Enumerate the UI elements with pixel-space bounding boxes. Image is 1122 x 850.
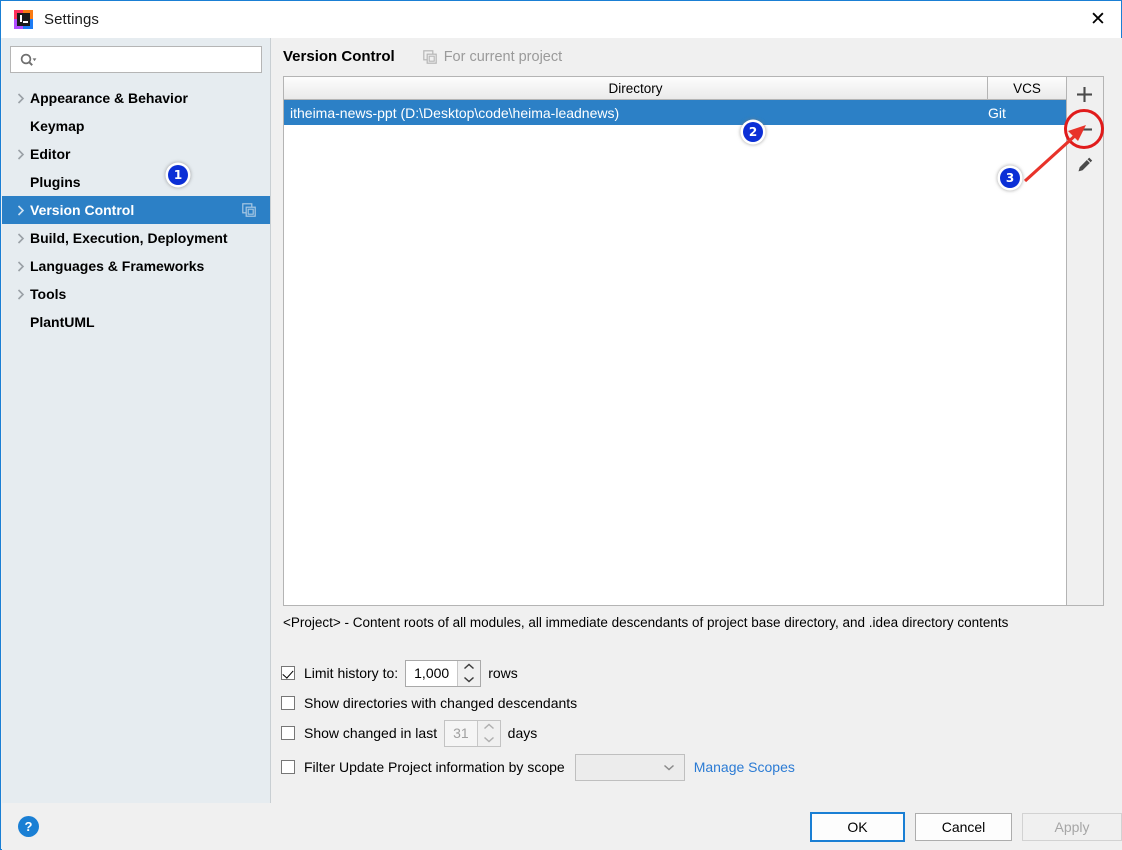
settings-sidebar: Appearance & Behavior Keymap Editor Plug…: [2, 38, 270, 803]
sidebar-item-label: PlantUML: [30, 314, 95, 330]
search-icon: [20, 53, 37, 66]
column-header-vcs[interactable]: VCS: [988, 77, 1066, 99]
show-changed-stepper-buttons[interactable]: [476, 720, 500, 746]
version-control-panel: Version Control For current project Dire…: [271, 38, 1122, 803]
intellij-idea-logo-icon: [14, 10, 33, 29]
chevron-right-icon[interactable]: [12, 260, 30, 272]
dialog-footer: ? OK Cancel Apply: [2, 803, 1122, 850]
sidebar-item-version-control[interactable]: Version Control: [2, 196, 270, 224]
search-field[interactable]: [37, 51, 261, 68]
column-header-directory[interactable]: Directory: [284, 77, 988, 99]
vcs-mappings-table: Directory VCS itheima-news-ppt (D:\Deskt…: [283, 76, 1067, 606]
sidebar-item-label: Languages & Frameworks: [30, 258, 205, 274]
search-input[interactable]: [10, 46, 262, 73]
help-button[interactable]: ?: [18, 816, 39, 837]
show-directories-label: Show directories with changed descendant…: [304, 695, 578, 711]
table-header-row: Directory VCS: [284, 77, 1066, 100]
sidebar-item-build-execution-deployment[interactable]: Build, Execution, Deployment: [2, 224, 270, 252]
chevron-right-icon[interactable]: [12, 148, 30, 160]
chevron-right-icon[interactable]: [12, 204, 30, 216]
show-directories-checkbox[interactable]: [281, 696, 295, 710]
sidebar-item-label: Appearance & Behavior: [30, 90, 188, 106]
option-show-directories: Show directories with changed descendant…: [281, 688, 1101, 718]
plus-icon: [1077, 87, 1092, 102]
limit-history-value[interactable]: 1,000: [406, 661, 457, 686]
chevron-down-icon: [663, 764, 674, 771]
show-changed-label: Show changed in last: [304, 725, 438, 741]
mapping-description: <Project> - Content roots of all modules…: [283, 615, 1009, 630]
show-changed-checkbox[interactable]: [281, 726, 295, 740]
annotation-badge-1: 1: [168, 165, 188, 185]
sidebar-item-keymap[interactable]: Keymap: [2, 112, 270, 140]
limit-history-suffix: rows: [488, 665, 518, 681]
stacked-pages-icon: [422, 49, 437, 64]
option-show-changed-in-last: Show changed in last 31 days: [281, 718, 1101, 748]
sidebar-item-label: Keymap: [30, 118, 85, 134]
limit-history-stepper-buttons[interactable]: [457, 660, 481, 686]
show-changed-value[interactable]: 31: [445, 721, 477, 746]
cancel-button[interactable]: Cancel: [915, 813, 1012, 841]
sidebar-item-editor[interactable]: Editor: [2, 140, 270, 168]
for-current-project-note: For current project: [422, 48, 563, 65]
chevron-right-icon[interactable]: [12, 232, 30, 244]
annotation-arrow: [1023, 125, 1086, 183]
sidebar-item-label: Version Control: [30, 202, 135, 218]
chevron-right-icon[interactable]: [12, 92, 30, 104]
scope-select[interactable]: [574, 753, 685, 781]
manage-scopes-link[interactable]: Manage Scopes: [694, 759, 795, 775]
apply-button: Apply: [1022, 813, 1122, 841]
sidebar-item-languages-frameworks[interactable]: Languages & Frameworks: [2, 252, 270, 280]
page-header: Version Control For current project: [283, 48, 562, 65]
annotation-badge-2: 2: [743, 122, 763, 142]
cell-directory: itheima-news-ppt (D:\Desktop\code\heima-…: [290, 104, 620, 121]
sidebar-item-label: Tools: [30, 286, 67, 302]
close-icon[interactable]: ✕: [1075, 1, 1121, 37]
settings-tree: Appearance & Behavior Keymap Editor Plug…: [2, 84, 270, 336]
option-filter-by-scope: Filter Update Project information by sco…: [281, 752, 1101, 782]
sidebar-item-plantuml[interactable]: PlantUML: [2, 308, 270, 336]
limit-history-stepper[interactable]: 1,000: [405, 659, 482, 687]
for-current-project-label: For current project: [443, 48, 563, 65]
search-area: [2, 38, 270, 73]
vcs-options: Limit history to: 1,000 rows Show direct…: [281, 658, 1101, 782]
table-row[interactable]: itheima-news-ppt (D:\Desktop\code\heima-…: [284, 100, 1066, 125]
add-mapping-button[interactable]: [1067, 77, 1102, 112]
filter-scope-checkbox[interactable]: [281, 760, 295, 774]
page-title: Version Control: [283, 48, 395, 65]
sidebar-item-label: Editor: [30, 146, 71, 162]
window-title: Settings: [44, 11, 99, 28]
chevron-right-icon[interactable]: [12, 288, 30, 300]
limit-history-label: Limit history to:: [304, 665, 399, 681]
sidebar-item-appearance-behavior[interactable]: Appearance & Behavior: [2, 84, 270, 112]
sidebar-item-tools[interactable]: Tools: [2, 280, 270, 308]
show-changed-suffix: days: [507, 725, 538, 741]
ok-button[interactable]: OK: [810, 812, 905, 842]
sidebar-item-label: Build, Execution, Deployment: [30, 230, 228, 246]
stepper-down-icon[interactable]: [458, 673, 480, 686]
limit-history-checkbox[interactable]: [281, 666, 295, 680]
stepper-up-icon[interactable]: [478, 721, 500, 734]
stepper-up-icon[interactable]: [458, 661, 480, 674]
filter-scope-label: Filter Update Project information by sco…: [304, 759, 565, 775]
title-bar: Settings ✕: [1, 1, 1121, 38]
sidebar-item-label: Plugins: [30, 174, 81, 190]
settings-dialog: Settings ✕ Appearance & Behavior Keymap …: [0, 0, 1122, 850]
option-limit-history: Limit history to: 1,000 rows: [281, 658, 1101, 688]
annotation-badge-3: 3: [1000, 168, 1020, 188]
show-changed-stepper[interactable]: 31: [444, 719, 501, 747]
stepper-down-icon[interactable]: [478, 733, 500, 746]
sidebar-item-plugins[interactable]: Plugins: [2, 168, 270, 196]
stacked-pages-icon: [242, 203, 256, 217]
